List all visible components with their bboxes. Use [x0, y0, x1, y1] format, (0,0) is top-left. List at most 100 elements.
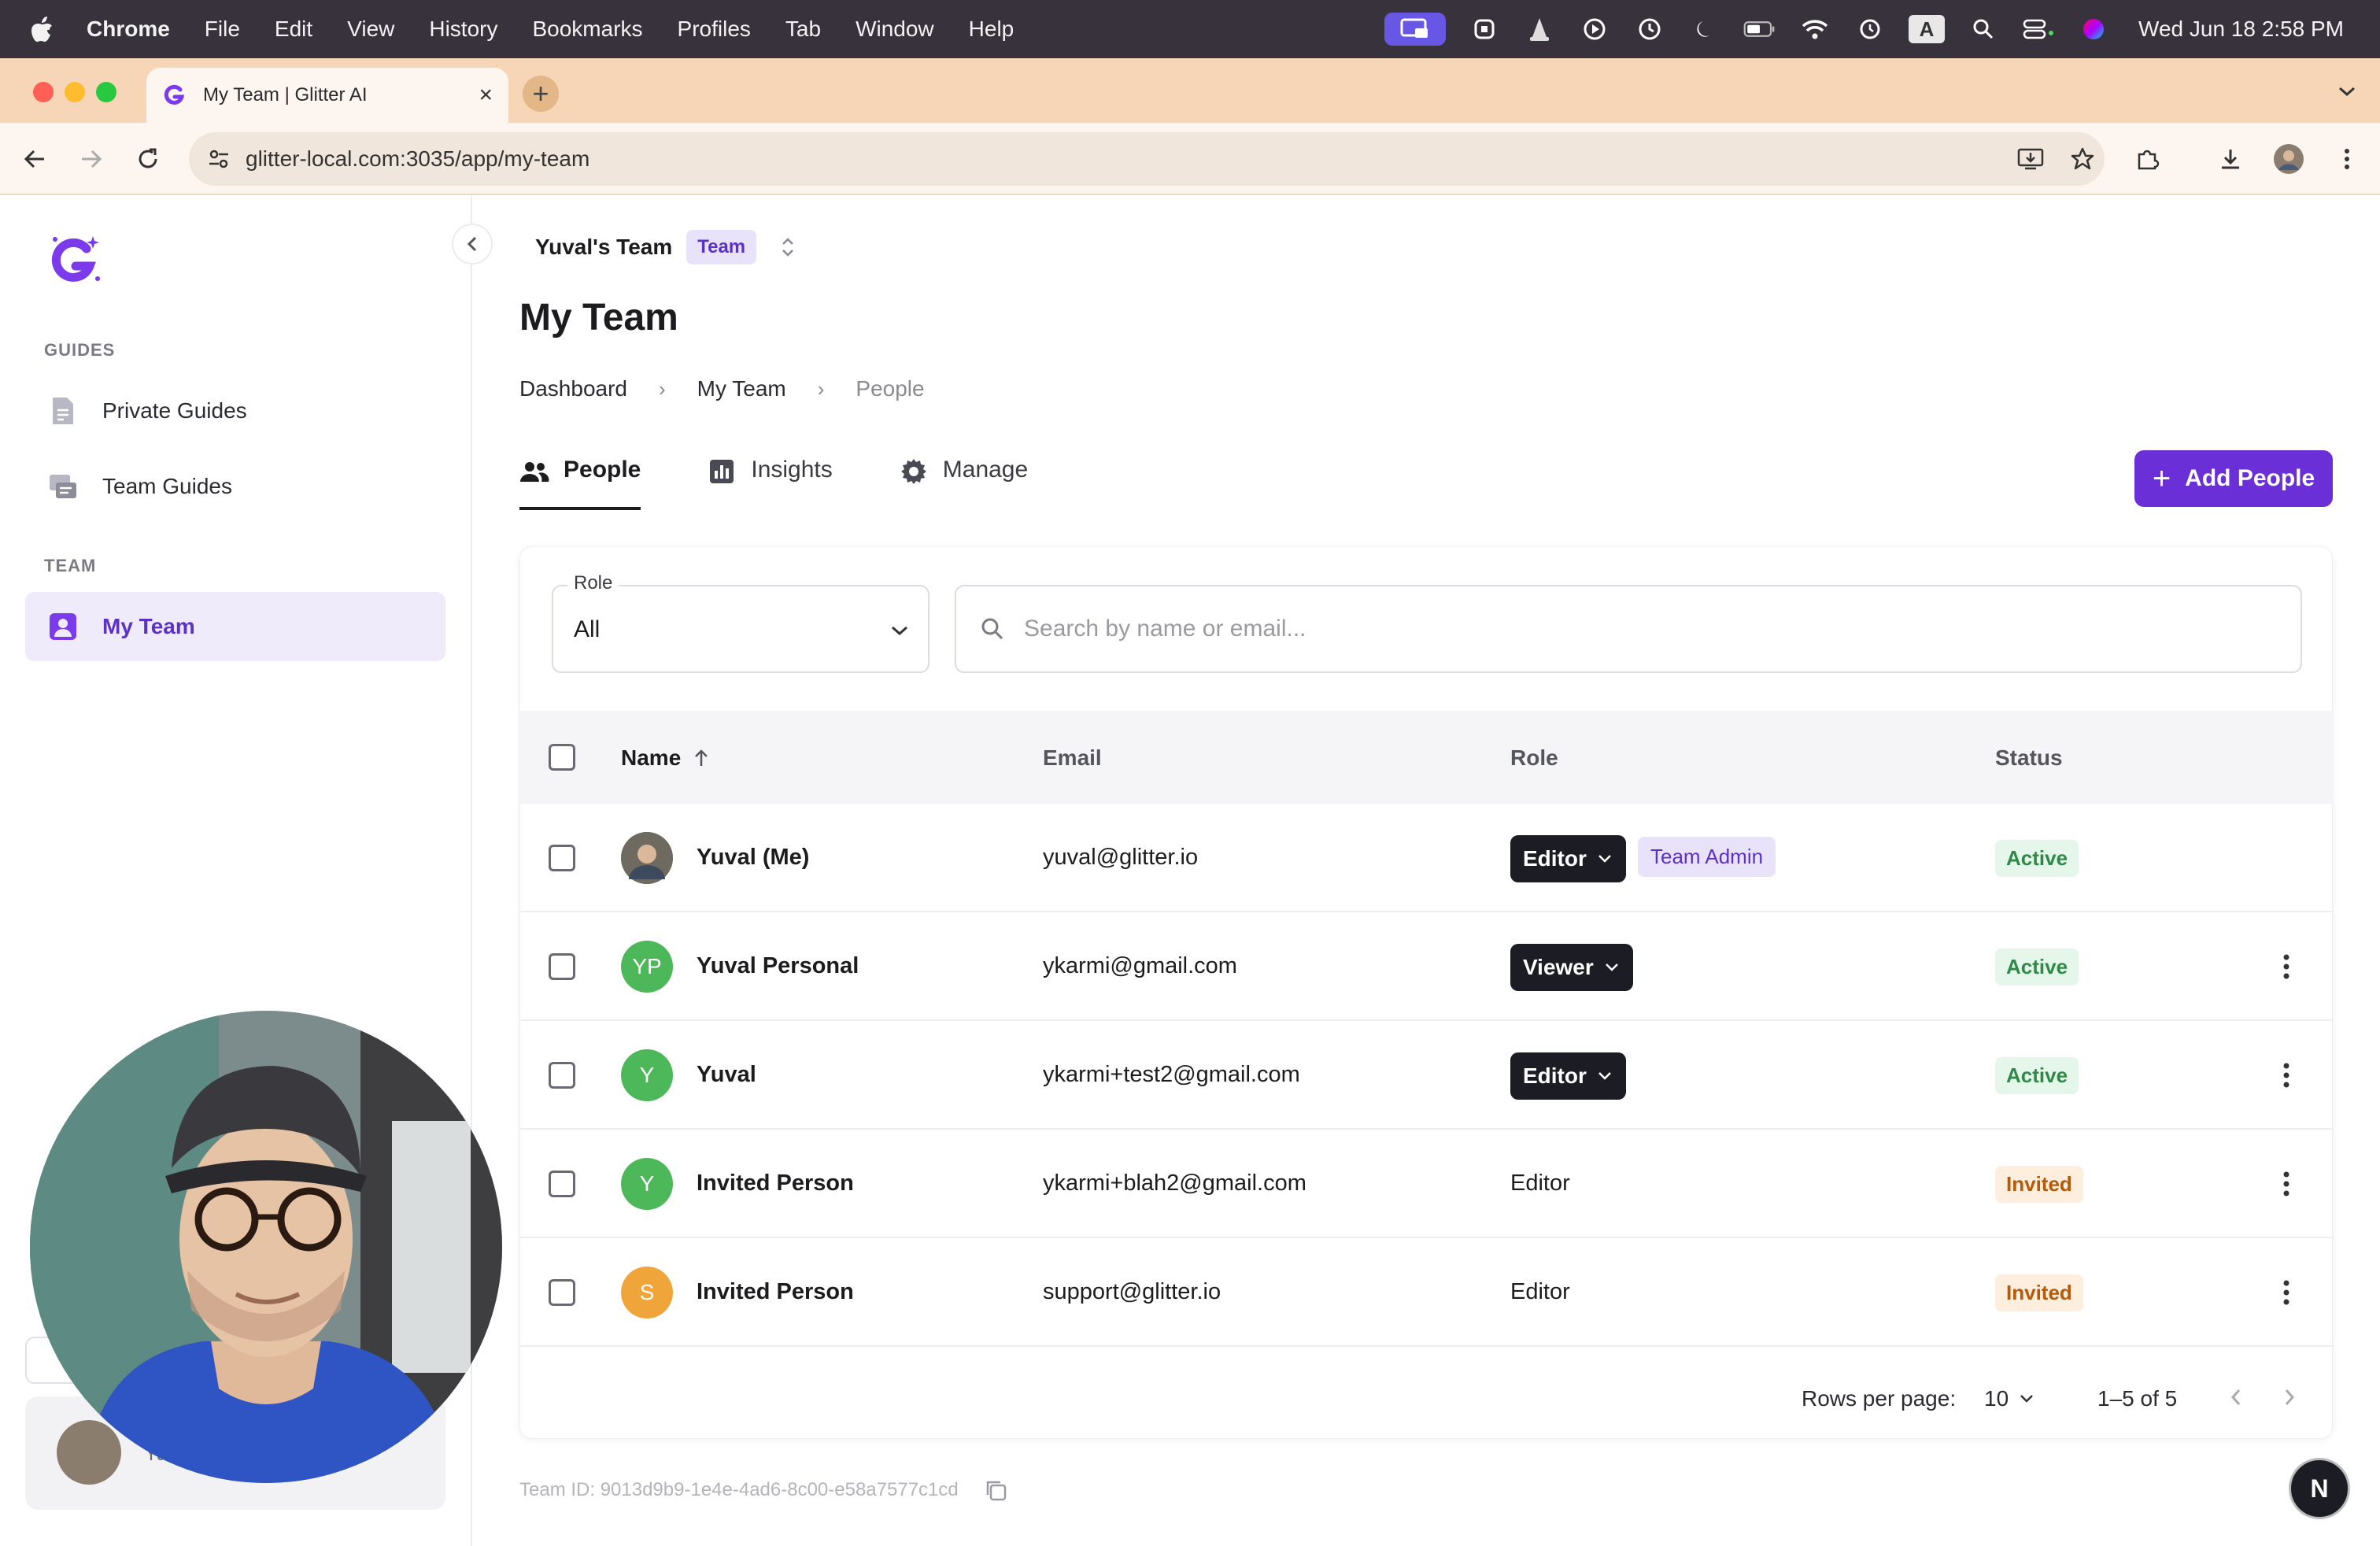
role-dropdown-button[interactable]: Editor	[1510, 1052, 1626, 1100]
row-checkbox[interactable]	[549, 1171, 575, 1197]
spotlight-search-icon[interactable]	[1967, 13, 2000, 46]
avatar: S	[621, 1267, 673, 1319]
role-dropdown-button[interactable]: Viewer	[1510, 944, 1633, 991]
table-row[interactable]: Y Yuval ykarmi+test2@gmail.com Editor Ac…	[520, 1021, 2334, 1130]
menu-view[interactable]: View	[347, 17, 394, 42]
menu-history[interactable]: History	[429, 17, 497, 42]
window-close-button[interactable]	[33, 82, 54, 102]
breadcrumb-dashboard[interactable]: Dashboard	[519, 376, 627, 401]
play-circle-icon[interactable]	[1578, 13, 1611, 46]
rows-per-page-label: Rows per page:	[1802, 1386, 1957, 1411]
sidebar-item-team-guides[interactable]: Team Guides	[25, 452, 445, 521]
browser-menu-kebab-icon[interactable]	[2330, 142, 2364, 176]
row-checkbox[interactable]	[549, 953, 575, 980]
battery-icon[interactable]	[1743, 13, 1776, 46]
row-actions-kebab-icon[interactable]	[2272, 947, 2301, 986]
bookmark-star-icon[interactable]	[2067, 143, 2098, 175]
sidebar-item-private-guides[interactable]: Private Guides	[25, 376, 445, 446]
address-url[interactable]: glitter-local.com:3035/app/my-team	[246, 146, 589, 172]
next-page-icon[interactable]	[2275, 1383, 2304, 1411]
select-all-checkbox[interactable]	[549, 744, 575, 771]
address-bar[interactable]: glitter-local.com:3035/app/my-team	[189, 132, 2105, 186]
breadcrumb-separator-icon: ›	[817, 376, 825, 401]
install-app-icon[interactable]	[2015, 143, 2046, 175]
table-row[interactable]: Yuval (Me) yuval@glitter.io Editor Team …	[520, 804, 2334, 912]
previous-page-icon[interactable]	[2222, 1383, 2250, 1411]
menu-clock[interactable]: Wed Jun 18 2:58 PM	[2138, 17, 2344, 42]
rows-per-page-value: 10	[1984, 1386, 2009, 1411]
stop-square-icon[interactable]	[1468, 13, 1501, 46]
tab-manage[interactable]: Manage	[899, 450, 1028, 510]
search-input[interactable]	[1024, 616, 2204, 642]
sidebar-item-my-team[interactable]: My Team	[25, 592, 445, 661]
menu-tab[interactable]: Tab	[785, 17, 821, 42]
forward-arrow-icon[interactable]	[74, 142, 109, 176]
vlc-cone-icon[interactable]	[1523, 13, 1556, 46]
tab-search-dropdown-icon[interactable]	[2331, 76, 2363, 107]
bar-chart-icon	[707, 457, 737, 486]
sidebar-item-label: Team Guides	[102, 474, 232, 498]
moon-icon[interactable]	[1688, 13, 1721, 46]
site-settings-icon[interactable]	[203, 143, 235, 175]
search-field[interactable]	[955, 585, 2302, 673]
new-tab-button[interactable]: +	[523, 76, 559, 112]
tab-close-icon[interactable]: ×	[479, 82, 493, 109]
row-checkbox[interactable]	[549, 1062, 575, 1089]
table-row[interactable]: S Invited Person support@glitter.io Edit…	[520, 1238, 2334, 1347]
clock-icon[interactable]	[1633, 13, 1666, 46]
window-minimize-button[interactable]	[65, 82, 85, 102]
browser-toolbar: glitter-local.com:3035/app/my-team	[0, 123, 2380, 195]
row-checkbox[interactable]	[549, 1279, 575, 1306]
back-arrow-icon[interactable]	[17, 142, 52, 176]
menu-window[interactable]: Window	[856, 17, 934, 42]
rows-per-page-select[interactable]: 10	[1984, 1386, 2035, 1411]
collapse-sidebar-button[interactable]	[452, 224, 493, 264]
column-header-status[interactable]: Status	[1995, 745, 2063, 771]
column-header-email[interactable]: Email	[1043, 745, 1102, 771]
menu-help[interactable]: Help	[969, 17, 1014, 42]
member-email: support@glitter.io	[1043, 1279, 1221, 1304]
row-checkbox[interactable]	[549, 845, 575, 871]
add-people-button[interactable]: + Add People	[2134, 450, 2333, 507]
wifi-icon[interactable]	[1798, 13, 1831, 46]
siri-icon[interactable]	[2077, 13, 2110, 46]
team-switcher[interactable]: Yuval's Team Team	[535, 230, 797, 264]
avatar	[57, 1420, 121, 1485]
table-row[interactable]: Y Invited Person ykarmi+blah2@gmail.com …	[520, 1130, 2334, 1238]
window-zoom-button[interactable]	[96, 82, 116, 102]
tab-title: My Team | Glitter AI	[203, 84, 368, 105]
time-machine-icon[interactable]	[1853, 13, 1887, 46]
downloads-icon[interactable]	[2213, 142, 2248, 176]
floating-assistant-button[interactable]: N	[2289, 1458, 2350, 1519]
menu-file[interactable]: File	[205, 17, 240, 42]
menu-bookmarks[interactable]: Bookmarks	[532, 17, 642, 42]
menu-edit[interactable]: Edit	[275, 17, 312, 42]
row-actions-kebab-icon[interactable]	[2272, 1056, 2301, 1095]
tab-people[interactable]: People	[519, 450, 641, 510]
table-row[interactable]: YP Yuval Personal ykarmi@gmail.com Viewe…	[520, 912, 2334, 1021]
macos-menu-bar: Chrome File Edit View History Bookmarks …	[0, 0, 2380, 58]
menu-profiles[interactable]: Profiles	[678, 17, 751, 42]
column-header-role[interactable]: Role	[1510, 745, 1558, 771]
tab-insights[interactable]: Insights	[707, 450, 833, 510]
role-dropdown-button[interactable]: Editor	[1510, 835, 1626, 882]
copy-icon[interactable]	[982, 1477, 1009, 1503]
control-center-icon[interactable]	[2022, 13, 2055, 46]
apple-menu-icon[interactable]	[28, 15, 57, 43]
guides-section-label: GUIDES	[44, 340, 116, 360]
role-filter-select[interactable]: Role All	[552, 572, 929, 673]
browser-tab-active[interactable]: My Team | Glitter AI ×	[146, 68, 508, 123]
menu-app-name[interactable]: Chrome	[87, 17, 170, 42]
user-square-icon	[47, 611, 79, 642]
column-header-name[interactable]: Name	[621, 745, 712, 771]
row-actions-kebab-icon[interactable]	[2272, 1164, 2301, 1204]
profile-avatar[interactable]	[2271, 142, 2306, 176]
glitter-logo-icon[interactable]	[46, 231, 105, 291]
screen-record-icon[interactable]	[1384, 13, 1447, 46]
input-source-indicator[interactable]: A	[1909, 15, 1946, 43]
add-people-label: Add People	[2185, 465, 2315, 491]
extensions-puzzle-icon[interactable]	[2130, 142, 2164, 176]
breadcrumb-my-team[interactable]: My Team	[697, 376, 786, 401]
reload-icon[interactable]	[131, 142, 165, 176]
row-actions-kebab-icon[interactable]	[2272, 1273, 2301, 1312]
